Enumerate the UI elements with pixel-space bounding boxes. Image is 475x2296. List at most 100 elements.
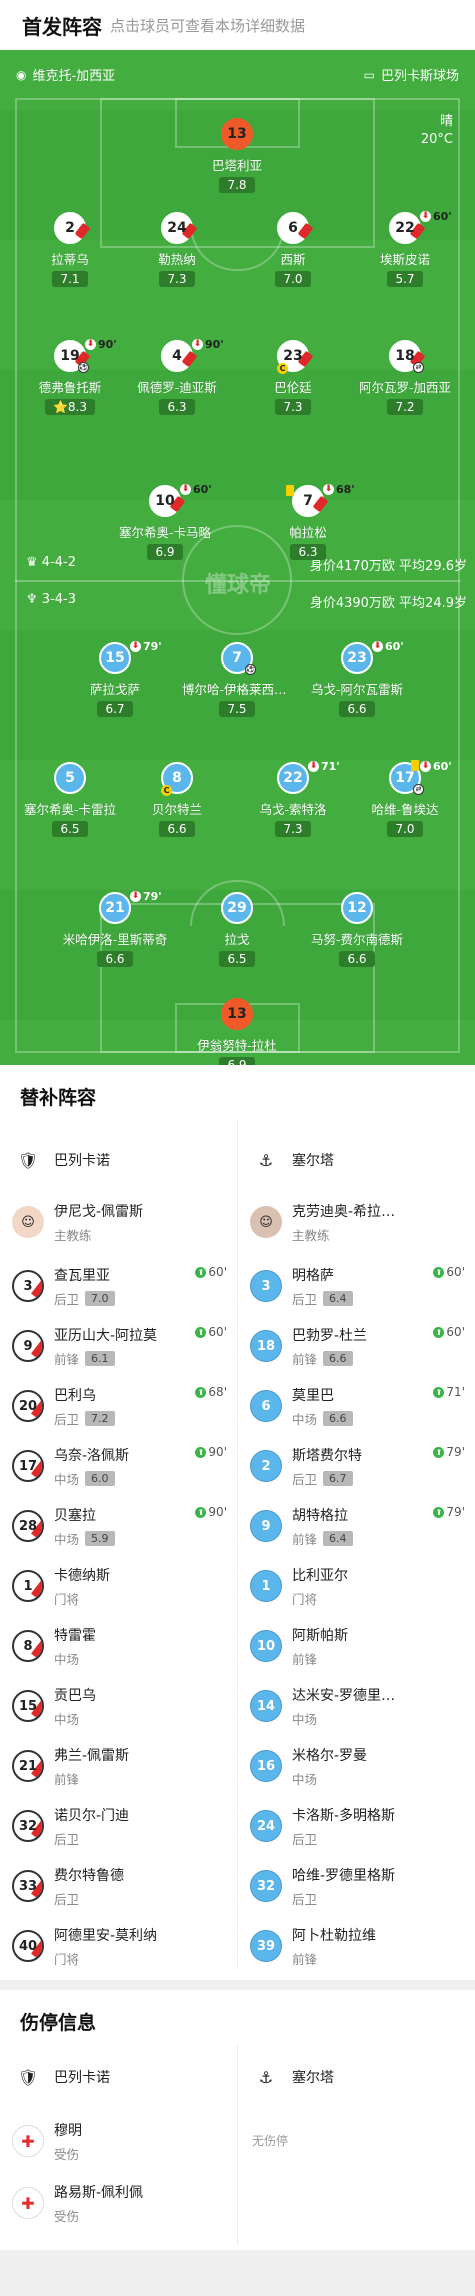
sub-player-left[interactable]: 9 亚历山大-阿拉莫 前锋 6.1 ⬆ 60' xyxy=(12,1317,227,1375)
sub-player-right[interactable]: 1 比利亚尔 门将 xyxy=(250,1557,465,1615)
sub-off-icon: ⬇ 90' xyxy=(85,338,117,351)
sub-player-right[interactable]: 16 米格尔-罗曼 中场 xyxy=(250,1737,465,1795)
weather-text: 晴 xyxy=(439,114,453,129)
player-away_players-1[interactable]: 7 ⚽ 博尔哈-伊格莱西亚斯 7.5 xyxy=(182,642,292,717)
sub-player-right[interactable]: 14 达米安-罗德里格斯 中场 xyxy=(250,1677,465,1735)
home-team[interactable]: ◉ 维克托-加西亚 xyxy=(16,65,115,85)
sub-player-right[interactable]: 3 明格萨 后卫 6.4 ⬆ 60' xyxy=(250,1257,465,1315)
jersey-number: 33 xyxy=(12,1870,44,1902)
player-away_players-4[interactable]: 8 C 贝尔特兰 6.6 xyxy=(122,762,232,837)
formation-away: ♆ 3-4-3 xyxy=(26,592,76,607)
jersey-number: 1 xyxy=(12,1570,44,1602)
jersey-number: 9 xyxy=(250,1510,282,1542)
jersey-number: 23 ⬇ 60' xyxy=(341,640,404,674)
player-home_players-8[interactable]: 18 ⇄ 阿尔瓦罗-加西亚 7.2 xyxy=(350,340,460,415)
sub-player-left[interactable]: 8 特雷霍 中场 xyxy=(12,1617,227,1675)
sub-player-right[interactable]: 9 胡特格拉 前锋 6.4 ⬆ 79' xyxy=(250,1497,465,1555)
player-home_players-0[interactable]: 13 巴塔利亚 7.8 xyxy=(182,118,292,193)
player-name: 巴伦廷 xyxy=(274,380,312,395)
jersey-number: 21 xyxy=(12,1750,44,1782)
player-away_players-5[interactable]: 22 ⬇ 71' 乌戈-索特洛 7.3 xyxy=(238,760,348,837)
jersey-number: 10 xyxy=(250,1630,282,1662)
player-away_players-9[interactable]: 12 马努-费尔南德斯 6.6 xyxy=(302,892,412,967)
sub-off-icon: ⬇ 79' xyxy=(130,890,162,903)
player-home_players-5[interactable]: 19 ⬇ 90' ⚽ 德弗鲁托斯 ⭐8.3 xyxy=(15,338,125,415)
sub-player-left[interactable]: 20 巴利乌 后卫 7.2 ⬆ 68' xyxy=(12,1377,227,1435)
jersey-number: 22 ⬇ 60' xyxy=(389,210,452,244)
team-header-right[interactable]: ⚓ 塞尔塔 xyxy=(250,1131,465,1189)
player-rating: 7.0 xyxy=(387,821,423,837)
player-away_players-0[interactable]: 15 ⬇ 79' 萨拉戈萨 6.7 xyxy=(60,640,170,717)
value-away: 身价4390万欧 平均24.9岁 xyxy=(309,596,467,611)
player-away_players-6[interactable]: 17 ⬇ 60' ⇄ 哈维-鲁埃达 7.0 xyxy=(350,760,460,837)
sub-player-right[interactable]: 10 阿斯帕斯 前锋 xyxy=(250,1617,465,1675)
sub-player-right[interactable]: 24 卡洛斯-多明格斯 后卫 xyxy=(250,1797,465,1855)
sub-on-icon: ⬆ 71' xyxy=(433,1385,465,1399)
sub-player-right[interactable]: 18 巴勃罗-杜兰 前锋 6.6 ⬆ 60' xyxy=(250,1317,465,1375)
player-name: 马努-费尔南德斯 xyxy=(310,932,403,947)
sub-player-left[interactable]: 17 乌奈-洛佩斯 中场 6.0 ⬆ 90' xyxy=(12,1437,227,1495)
player-home_players-10[interactable]: 7 ⬇ 68' 帕拉松 6.3 xyxy=(253,483,363,560)
coach-right[interactable]: ☺克劳迪奥-希拉尔德斯主教练 xyxy=(250,1193,465,1251)
player-name: 塞尔希奥-卡马略 xyxy=(118,525,211,540)
sub-player-left[interactable]: 28 贝塞拉 中场 5.9 ⬆ 90' xyxy=(12,1497,227,1555)
player-name: 博尔哈-伊格莱西亚斯 xyxy=(182,682,292,697)
player-home_players-9[interactable]: 10 ⬇ 60' 塞尔希奥-卡马略 6.9 xyxy=(110,483,220,560)
player-rating: 6.6 xyxy=(339,951,375,967)
player-name: 佩德罗-迪亚斯 xyxy=(137,380,217,395)
player-away_players-7[interactable]: 21 ⬇ 79' 米哈伊洛-里斯蒂奇 6.6 xyxy=(60,890,170,967)
injury-team-right[interactable]: ⚓ 塞尔塔 xyxy=(250,2048,465,2106)
sub-player-right[interactable]: 39 阿卜杜勒拉维 前锋 xyxy=(250,1917,465,1975)
jersey-number: 12 xyxy=(341,892,373,924)
lineup-header: 首发阵容 点击球员可查看本场详细数据 xyxy=(0,0,475,50)
player-name: 塞尔希奥-卡雷拉 xyxy=(23,802,116,817)
sub-player-right[interactable]: 6 莫里巴 中场 6.6 ⬆ 71' xyxy=(250,1377,465,1435)
sub-on-icon: ⬆ 60' xyxy=(433,1325,465,1339)
sub-player-left[interactable]: 15 贡巴乌 中场 xyxy=(12,1677,227,1735)
team-header-left[interactable]: 🛡 巴列卡诺 xyxy=(12,1131,227,1189)
sub-player-left[interactable]: 32 诺贝尔-门迪 后卫 xyxy=(12,1797,227,1855)
sub-off-icon: ⬇ 71' xyxy=(308,760,340,773)
jersey-number: 39 xyxy=(250,1930,282,1962)
jersey-number: 20 xyxy=(12,1390,44,1422)
coach-left[interactable]: ☺ 伊尼戈-佩雷斯 主教练 xyxy=(12,1193,227,1251)
jersey-number: 4 ⬇ 90' xyxy=(161,338,224,372)
page-title: 首发阵容 xyxy=(22,14,102,39)
medical-kit-icon: ✚ xyxy=(12,2187,44,2219)
player-rating: 7.5 xyxy=(219,701,255,717)
player-away_players-2[interactable]: 23 ⬇ 60' 乌戈-阿尔瓦雷斯 6.6 xyxy=(302,640,412,717)
player-name: 帕拉松 xyxy=(289,525,327,540)
player-name: 西斯 xyxy=(280,252,306,267)
sub-off-icon: ⬇ 60' xyxy=(372,640,404,653)
sub-player-left[interactable]: 1 卡德纳斯 门将 xyxy=(12,1557,227,1615)
player-away_players-10[interactable]: 13 伊翁努特-拉杜 6.9 xyxy=(182,998,292,1065)
sub-player-left[interactable]: 33 费尔特鲁德 后卫 xyxy=(12,1857,227,1915)
injured-player[interactable]: ✚ 穆明 受伤 xyxy=(12,2112,227,2170)
temperature: 20°C xyxy=(420,132,453,147)
sub-player-right[interactable]: 32 哈维-罗德里格斯 后卫 xyxy=(250,1857,465,1915)
injured-player[interactable]: ✚ 路易斯-佩利佩 受伤 xyxy=(12,2174,227,2232)
player-rating: 5.7 xyxy=(387,271,423,287)
player-home_players-3[interactable]: 6 西斯 7.0 xyxy=(238,212,348,287)
stadium-name: 巴列卡斯球场 xyxy=(380,69,459,84)
player-home_players-7[interactable]: 23 C 巴伦廷 7.3 xyxy=(238,340,348,415)
jersey-number: 22 ⬇ 71' xyxy=(277,760,340,794)
player-home_players-1[interactable]: 2 拉蒂乌 7.1 xyxy=(15,212,125,287)
player-home_players-4[interactable]: 22 ⬇ 60' 埃斯皮诺 5.7 xyxy=(350,210,460,287)
player-home_players-2[interactable]: 24 勒热纳 7.3 xyxy=(122,212,232,287)
player-name: 拉戈 xyxy=(224,932,250,947)
sub-on-icon: ⬆ 68' xyxy=(195,1385,227,1399)
sub-player-left[interactable]: 40 阿德里安-莫利纳 门将 xyxy=(12,1917,227,1975)
coach-avatar: ☺ xyxy=(250,1206,282,1238)
jersey-number: 6 xyxy=(277,212,309,244)
injury-team-left[interactable]: 🛡 巴列卡诺 xyxy=(12,2048,227,2106)
player-home_players-6[interactable]: 4 ⬇ 90' 佩德罗-迪亚斯 6.3 xyxy=(122,338,232,415)
player-away_players-8[interactable]: 29 拉戈 6.5 xyxy=(182,892,292,967)
sub-player-left[interactable]: 21 弗兰-佩雷斯 前锋 xyxy=(12,1737,227,1795)
team-crest-icon: ♛ xyxy=(26,555,38,570)
sub-player-left[interactable]: 3 查瓦里亚 后卫 7.0 ⬆ 60' xyxy=(12,1257,227,1315)
sub-player-right[interactable]: 2 斯塔费尔特 后卫 6.7 ⬆ 79' xyxy=(250,1437,465,1495)
player-away_players-3[interactable]: 5 塞尔希奥-卡雷拉 6.5 xyxy=(15,762,125,837)
jersey-number: 19 ⬇ 90' ⚽ xyxy=(54,338,117,373)
player-rating: 6.3 xyxy=(159,399,195,415)
